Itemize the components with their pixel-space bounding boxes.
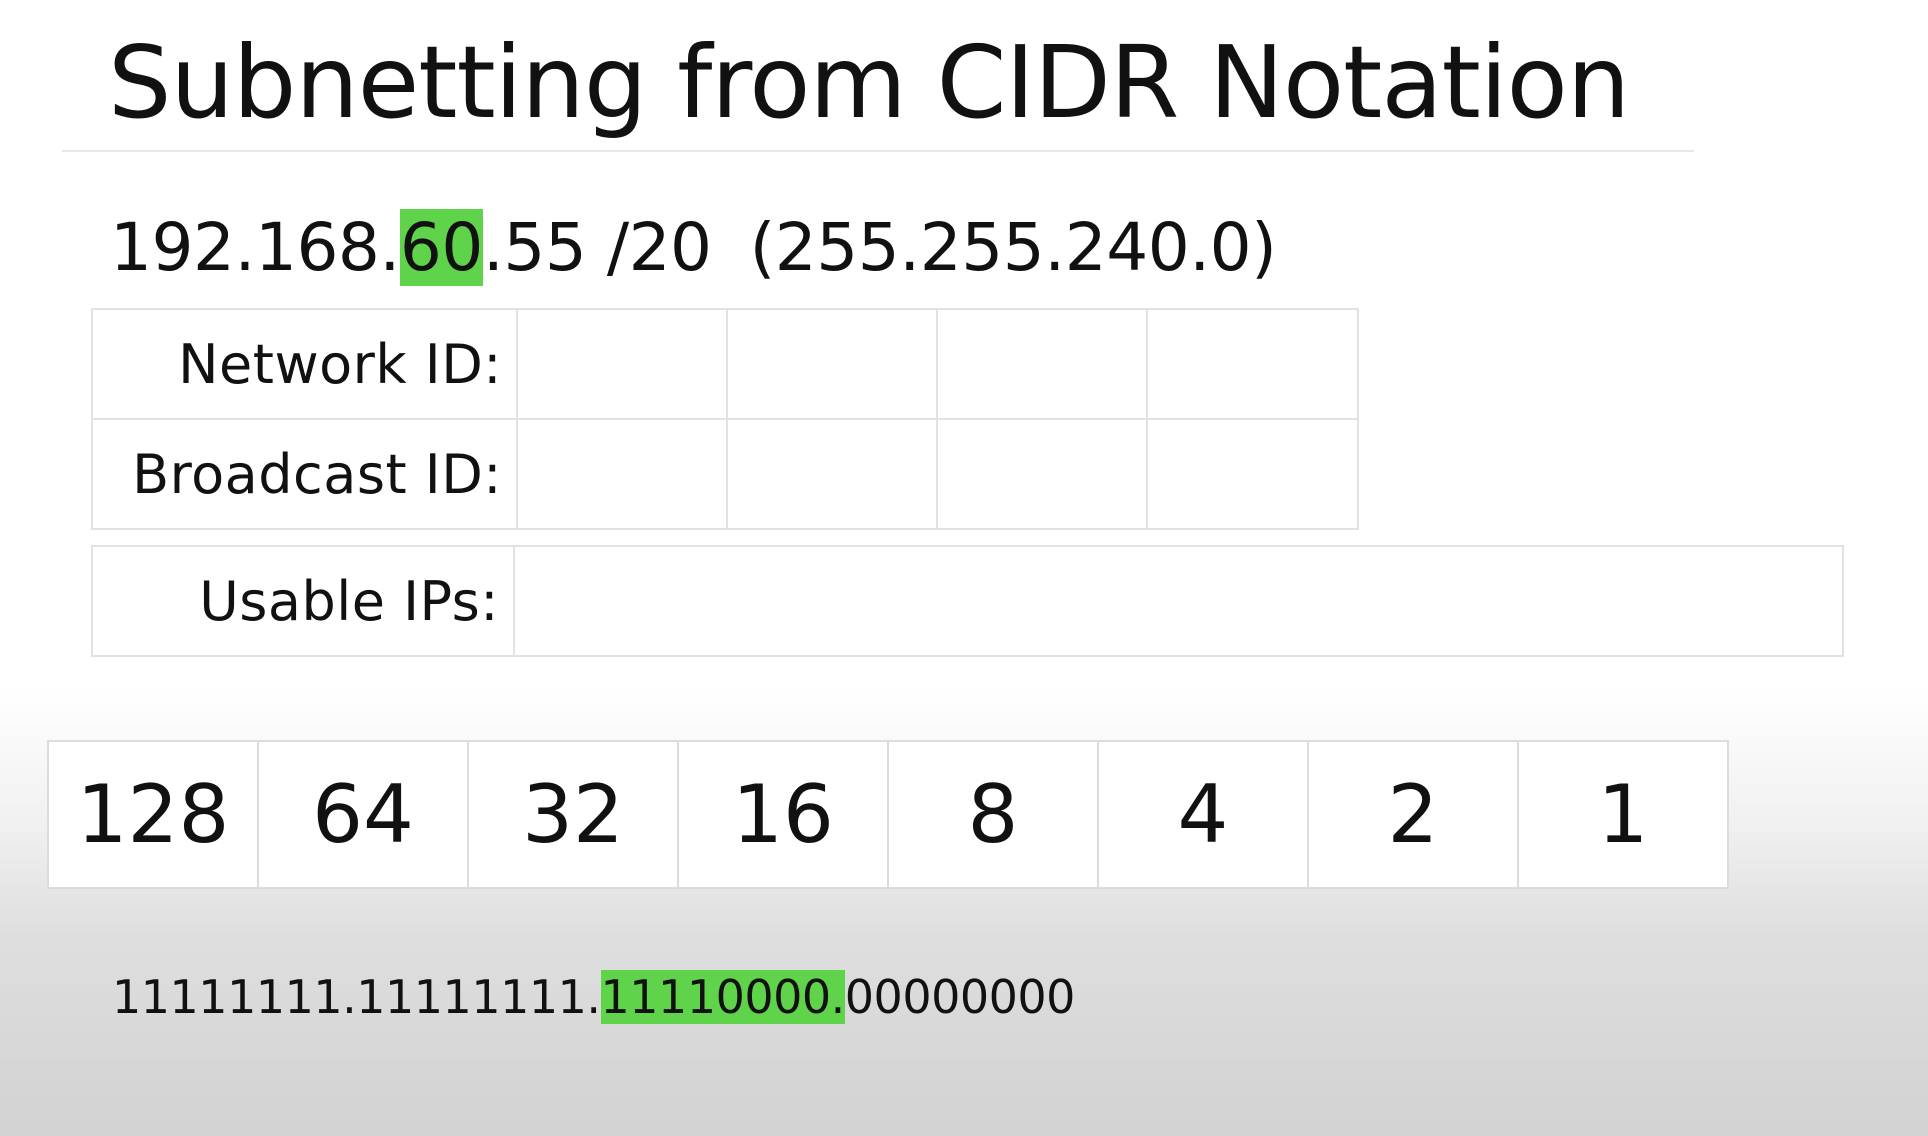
- bit-value-table: 128 64 32 16 8 4 2 1: [47, 740, 1729, 889]
- bit-value-cell: 4: [1097, 740, 1309, 889]
- usable-ips-value[interactable]: [513, 545, 1844, 657]
- bit-value-cell: 2: [1307, 740, 1519, 889]
- title-divider: [62, 150, 1694, 152]
- network-id-octet-4[interactable]: [1146, 308, 1359, 420]
- usable-ips-row: Usable IPs:: [91, 545, 1844, 657]
- ip-suffix: .55 /20: [482, 209, 712, 286]
- binary-mask-line: 11111111.11111111.11110000.00000000: [112, 970, 1075, 1024]
- bit-value-row: 128 64 32 16 8 4 2 1: [47, 740, 1729, 889]
- usable-ips-table: Usable IPs:: [91, 545, 1844, 657]
- network-id-octet-1[interactable]: [516, 308, 728, 420]
- bit-value-cell: 16: [677, 740, 889, 889]
- binary-highlighted-octet: 11110000.: [600, 970, 845, 1024]
- network-id-octet-2[interactable]: [726, 308, 938, 420]
- broadcast-id-octet-2[interactable]: [726, 418, 938, 530]
- network-id-octet-3[interactable]: [936, 308, 1148, 420]
- ip-cidr-line: 192.168.60.55 /20 (255.255.240.0): [110, 208, 1277, 288]
- bit-value-cell: 8: [887, 740, 1099, 889]
- broadcast-id-label: Broadcast ID:: [91, 418, 518, 530]
- binary-prefix: 11111111.11111111.: [112, 970, 601, 1024]
- bit-value-cell: 32: [467, 740, 679, 889]
- network-id-label: Network ID:: [91, 308, 518, 420]
- network-id-row: Network ID:: [91, 308, 1359, 420]
- bit-value-cell: 1: [1517, 740, 1729, 889]
- id-table: Network ID: Broadcast ID:: [91, 308, 1359, 530]
- broadcast-id-octet-1[interactable]: [516, 418, 728, 530]
- broadcast-id-octet-3[interactable]: [936, 418, 1148, 530]
- ip-prefix: 192.168.: [110, 209, 400, 286]
- ip-highlighted-octet: 60: [399, 209, 483, 286]
- subnet-mask: (255.255.240.0): [749, 209, 1277, 286]
- slide-title: Subnetting from CIDR Notation: [108, 24, 1630, 141]
- usable-ips-label: Usable IPs:: [91, 545, 515, 657]
- bit-value-cell: 64: [257, 740, 469, 889]
- bit-value-cell: 128: [47, 740, 259, 889]
- broadcast-id-row: Broadcast ID:: [91, 418, 1359, 530]
- broadcast-id-octet-4[interactable]: [1146, 418, 1359, 530]
- binary-suffix: 00000000: [844, 970, 1076, 1024]
